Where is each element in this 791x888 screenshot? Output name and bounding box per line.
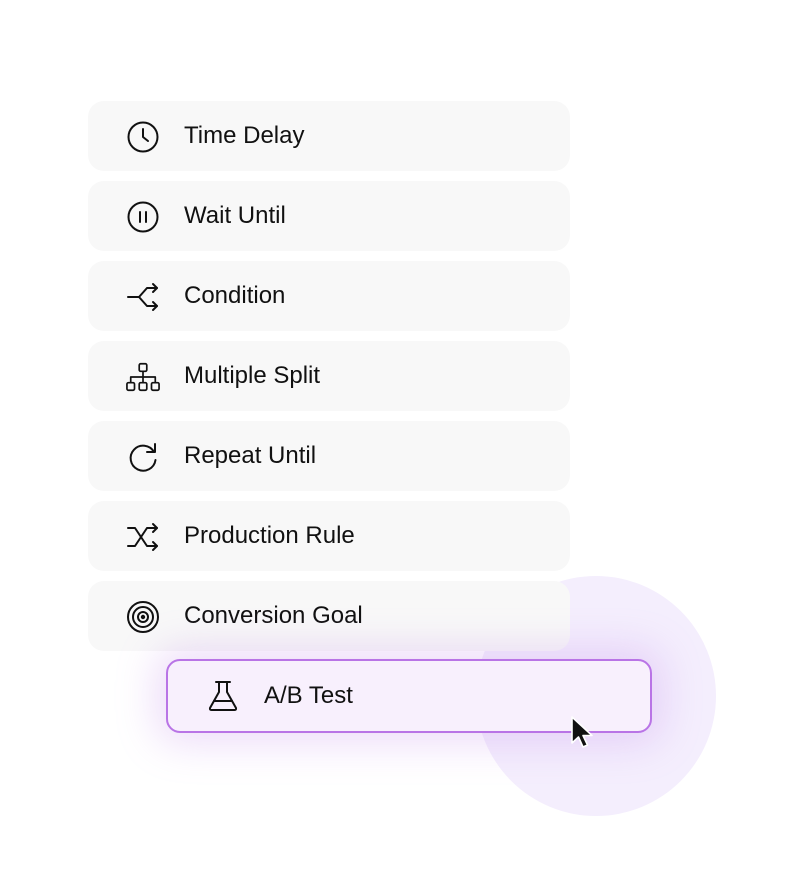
menu-item-time-delay[interactable]: Time Delay <box>88 101 570 171</box>
branch-icon <box>126 280 160 314</box>
menu-item-repeat-until[interactable]: Repeat Until <box>88 421 570 491</box>
menu-item-condition[interactable]: Condition <box>88 261 570 331</box>
clock-icon <box>126 120 160 154</box>
pause-circle-icon <box>126 200 160 234</box>
mouse-pointer-icon <box>569 715 597 751</box>
menu-item-label: Wait Until <box>184 202 286 229</box>
menu-item-label: Multiple Split <box>184 362 321 389</box>
dragging-item-label: A/B Test <box>264 682 353 709</box>
menu-item-production-rule[interactable]: Production Rule <box>88 501 570 571</box>
menu-item-conversion-goal[interactable]: Conversion Goal <box>88 581 570 651</box>
flask-icon <box>206 679 240 713</box>
menu-item-label: Conversion Goal <box>184 602 363 629</box>
hierarchy-icon <box>126 360 160 394</box>
menu-item-multiple-split[interactable]: Multiple Split <box>88 341 570 411</box>
target-icon <box>126 600 160 634</box>
menu-item-label: Production Rule <box>184 522 355 549</box>
menu-item-label: Repeat Until <box>184 442 317 469</box>
refresh-icon <box>126 440 160 474</box>
menu-item-label: Time Delay <box>184 122 305 149</box>
shuffle-icon <box>126 520 160 554</box>
menu-item-wait-until[interactable]: Wait Until <box>88 181 570 251</box>
menu-item-label: Condition <box>184 282 286 309</box>
